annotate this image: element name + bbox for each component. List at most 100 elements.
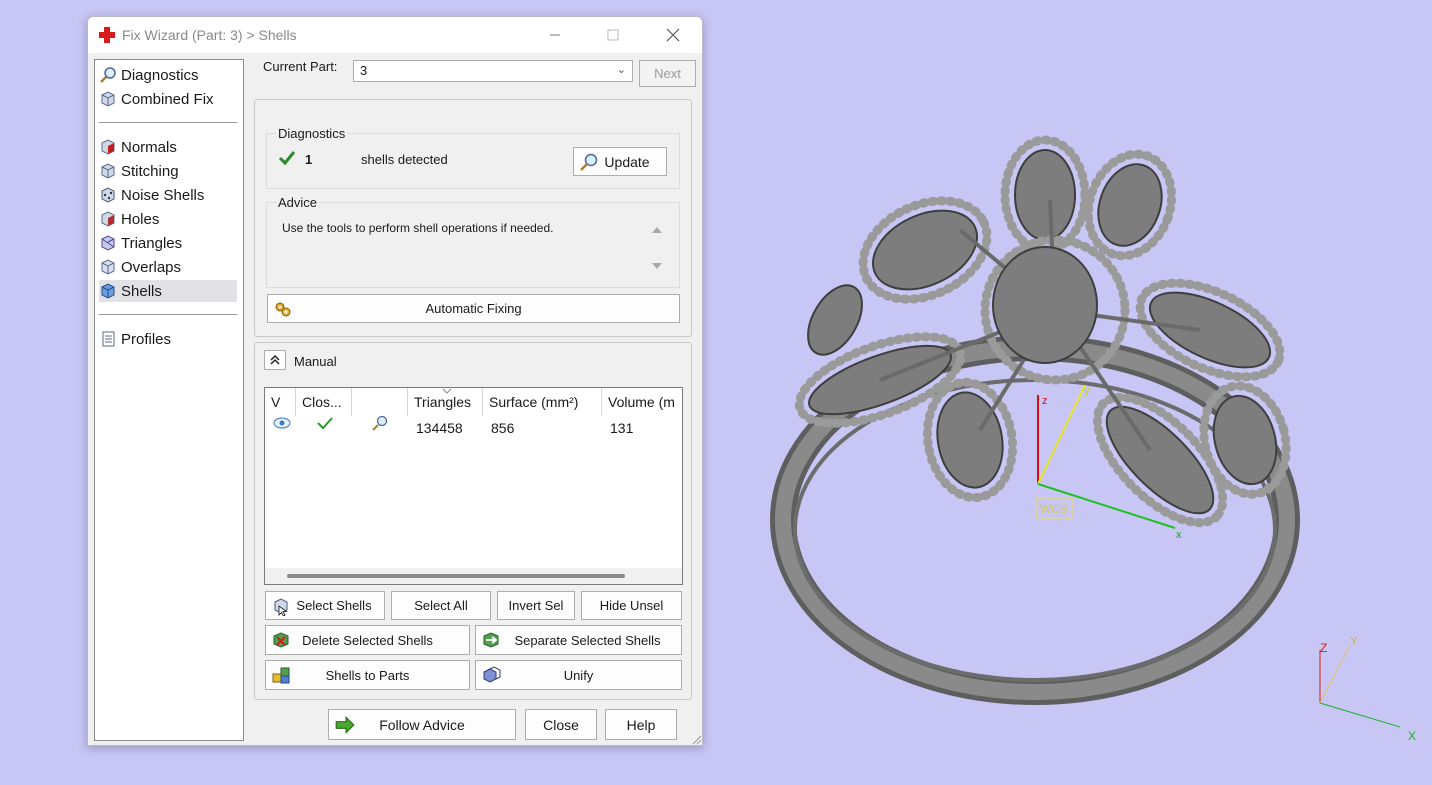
shells-table[interactable]: V Clos... Triangles Surface (mm²) Volume… [264, 387, 683, 585]
column-header-volume[interactable]: Volume (m [602, 388, 682, 416]
sidebar-item-normals[interactable]: Normals [99, 136, 237, 158]
check-icon [278, 151, 296, 166]
resize-grip-icon[interactable] [690, 733, 702, 745]
corner-y-label: Y [1350, 634, 1358, 648]
advice-scrollbar[interactable] [648, 217, 666, 277]
chevron-down-icon: ⌄ [616, 64, 626, 76]
separate-selected-label: Separate Selected Shells [514, 632, 661, 648]
delete-shell-icon [273, 632, 289, 648]
shells-to-parts-button[interactable]: Shells to Parts [265, 660, 470, 690]
sidebar-item-label: Diagnostics [121, 66, 199, 84]
close-button[interactable]: Close [525, 709, 597, 740]
automatic-fixing-button[interactable]: Automatic Fixing [267, 294, 680, 323]
sidebar-item-label: Normals [121, 138, 177, 156]
diagnostics-title: Diagnostics [276, 126, 348, 141]
unify-label: Unify [563, 667, 594, 683]
sidebar-item-holes[interactable]: Holes [99, 208, 237, 230]
sidebar-item-label: Profiles [121, 330, 172, 348]
sidebar-item-diagnostics[interactable]: Diagnostics [99, 64, 237, 86]
manual-title: Manual [294, 354, 337, 369]
green-arrow-right-icon [335, 715, 355, 734]
scrollbar-thumb[interactable] [287, 574, 625, 578]
cube-icon [101, 91, 115, 107]
magnifier-icon [580, 153, 598, 171]
select-all-button[interactable]: Select All [391, 591, 491, 620]
check-icon [317, 417, 333, 430]
current-part-value: 3 [360, 63, 368, 78]
red-cross-icon [99, 27, 115, 43]
follow-advice-button[interactable]: Follow Advice [328, 709, 516, 740]
column-header-closed[interactable]: Clos... [296, 388, 352, 416]
advice-title: Advice [276, 195, 320, 210]
shells-to-parts-icon [272, 667, 290, 684]
cell-triangles: 134458 [416, 420, 463, 436]
automatic-fixing-label: Automatic Fixing [425, 301, 522, 316]
column-header-surface[interactable]: Surface (mm²) [483, 388, 602, 416]
overlaps-cube-icon [101, 259, 115, 275]
sidebar-divider [99, 314, 237, 315]
update-button[interactable]: Update [573, 147, 667, 176]
current-part-label: Current Part: [263, 59, 338, 74]
help-button[interactable]: Help [605, 709, 677, 740]
sidebar-item-profiles[interactable]: Profiles [99, 328, 237, 350]
double-chevron-up-icon [270, 355, 280, 365]
magnifier-icon [100, 67, 116, 83]
holes-cube-icon [101, 211, 115, 227]
gears-icon [275, 302, 291, 316]
close-icon [666, 28, 680, 42]
unify-button[interactable]: Unify [475, 660, 682, 690]
sidebar-divider [99, 122, 237, 123]
title-bar[interactable]: Fix Wizard (Part: 3) > Shells [88, 17, 702, 53]
hide-unsel-button[interactable]: Hide Unsel [581, 591, 682, 620]
sidebar-item-label: Triangles [121, 234, 183, 252]
fix-wizard-window: Fix Wizard (Part: 3) > Shells Diagnostic… [87, 16, 703, 746]
axis-y-label: y [1084, 385, 1090, 397]
noise-shells-icon [101, 187, 115, 203]
select-shells-icon [274, 597, 288, 616]
normals-cube-icon [101, 139, 115, 155]
next-button[interactable]: Next [639, 60, 696, 87]
select-shells-label: Select Shells [296, 598, 372, 613]
shells-to-parts-label: Shells to Parts [325, 667, 410, 683]
triangles-cube-icon [101, 235, 115, 251]
select-shells-button[interactable]: Select Shells [265, 591, 385, 620]
magnifier-icon[interactable] [371, 414, 389, 432]
table-horizontal-scrollbar[interactable] [265, 568, 682, 584]
column-header-inspect[interactable] [352, 388, 408, 416]
sidebar-item-label: Overlaps [121, 258, 182, 276]
sidebar-item-label: Shells [121, 282, 162, 300]
stitching-cube-icon [101, 163, 115, 179]
cell-surface: 856 [491, 420, 515, 436]
advice-text: Use the tools to perform shell operation… [282, 221, 554, 235]
axis-x-label: x [1176, 529, 1182, 541]
cell-volume: 131 [610, 420, 634, 436]
sidebar-item-noise-shells[interactable]: Noise Shells [99, 184, 237, 206]
sidebar-item-label: Stitching [121, 162, 179, 180]
sidebar-item-overlaps[interactable]: Overlaps [99, 256, 237, 278]
invert-sel-button[interactable]: Invert Sel [497, 591, 575, 620]
sidebar-item-combined-fix[interactable]: Combined Fix [99, 88, 237, 110]
current-part-select[interactable]: 3 ⌄ [353, 60, 633, 82]
sidebar-item-stitching[interactable]: Stitching [99, 160, 237, 182]
close-window-button[interactable] [650, 21, 696, 49]
diagnostics-status: shells detected [361, 152, 448, 167]
window-title: Fix Wizard (Part: 3) > Shells [122, 27, 297, 43]
corner-x-label: X [1408, 729, 1416, 743]
scroll-arrows-icon [652, 227, 662, 269]
delete-selected-label: Delete Selected Shells [302, 632, 433, 648]
eye-icon[interactable] [273, 416, 291, 430]
shell-count: 1 [305, 152, 313, 167]
sidebar-item-label: Combined Fix [121, 90, 214, 108]
maximize-button[interactable] [590, 21, 636, 49]
delete-selected-shells-button[interactable]: Delete Selected Shells [265, 625, 470, 655]
corner-z-label: Z [1320, 641, 1327, 655]
collapse-manual-button[interactable] [264, 350, 286, 370]
separate-selected-shells-button[interactable]: Separate Selected Shells [475, 625, 682, 655]
minimize-button[interactable] [532, 21, 578, 49]
sidebar-item-triangles[interactable]: Triangles [99, 232, 237, 254]
wcs-label: WCS [1040, 502, 1068, 516]
sidebar-item-shells[interactable]: Shells [99, 280, 237, 302]
column-header-visible[interactable]: V [265, 388, 296, 416]
unify-icon [483, 666, 501, 683]
column-header-triangles[interactable]: Triangles [408, 388, 483, 416]
